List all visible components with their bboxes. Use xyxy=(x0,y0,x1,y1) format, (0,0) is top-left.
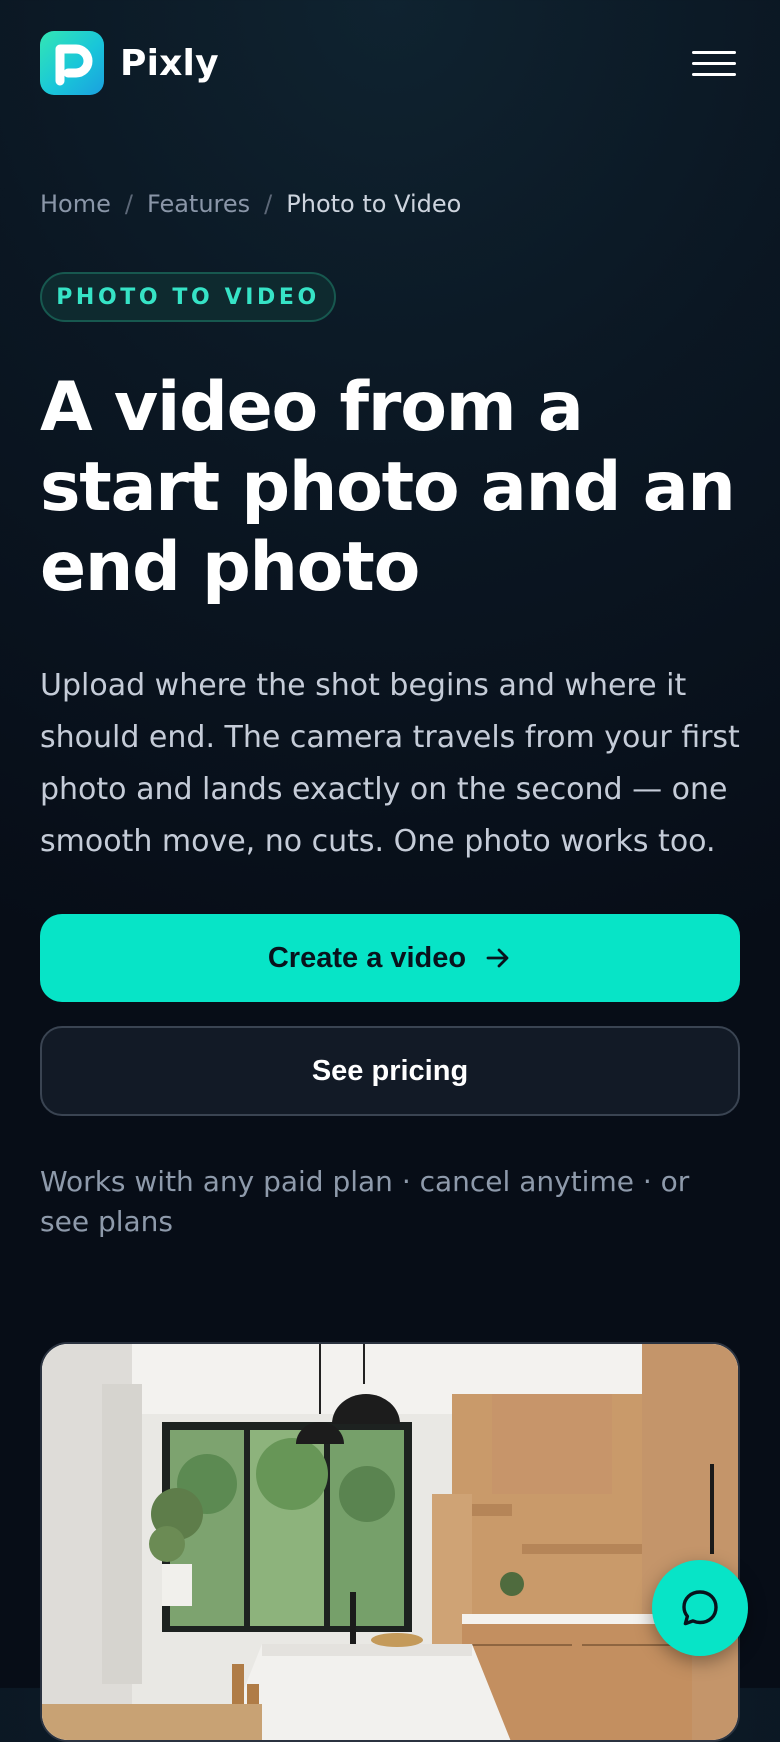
page-title: A video from a start photo and an end ph… xyxy=(40,368,736,607)
breadcrumb-home[interactable]: Home xyxy=(40,190,111,218)
breadcrumb-features[interactable]: Features xyxy=(147,190,250,218)
site-header: Pixly xyxy=(40,30,736,96)
hamburger-menu-icon[interactable] xyxy=(692,41,736,85)
breadcrumb: Home / Features / Photo to Video xyxy=(40,190,461,218)
plan-note: Works with any paid plan · cancel anytim… xyxy=(40,1165,690,1238)
arrow-right-icon xyxy=(486,948,509,968)
brand-name: Pixly xyxy=(120,42,219,84)
pixly-logo-icon xyxy=(40,31,104,95)
create-video-label: Create a video xyxy=(267,941,467,974)
kitchen-preview-image xyxy=(40,1342,740,1742)
see-pricing-button[interactable]: See pricing xyxy=(40,1026,740,1116)
breadcrumb-current: Photo to Video xyxy=(286,190,462,218)
chat-bubble-icon[interactable] xyxy=(652,1560,748,1656)
breadcrumb-separator: / xyxy=(124,190,133,218)
page-description: Upload where the shot begins and where i… xyxy=(40,668,740,859)
breadcrumb-separator: / xyxy=(264,190,273,218)
create-video-button[interactable]: Create a video xyxy=(40,914,740,1002)
feature-badge: PHOTO TO VIDEO xyxy=(40,272,336,322)
brand-link[interactable]: Pixly xyxy=(40,31,219,95)
